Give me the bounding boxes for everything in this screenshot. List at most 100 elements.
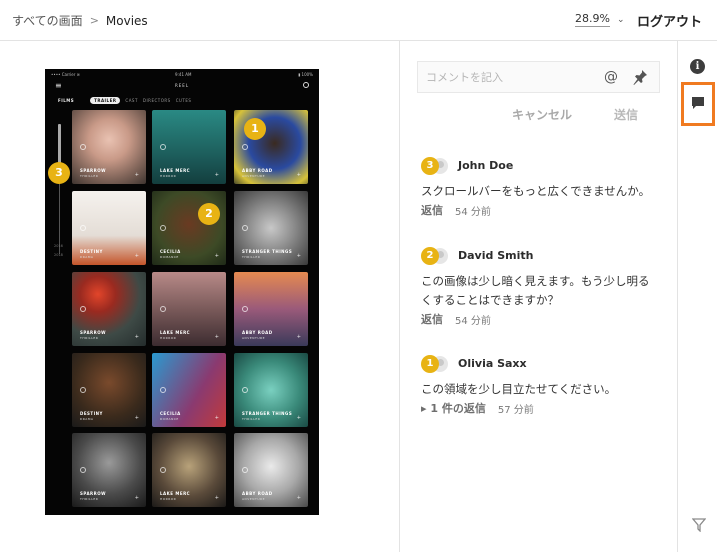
mockup-tab-cast: CAST (125, 98, 138, 103)
mockup-movie-tile: LAKE MERC HORROR + (152, 433, 226, 507)
mockup-movie-tile: ABBY ROAD ADVENTURE + (234, 272, 308, 346)
mockup-movie-tile: SPARROW THRILLER + (72, 272, 146, 346)
mockup-tile-genre: THRILLER (80, 497, 99, 501)
comments-panel: @ キャンセル 送信 3 John Doe スクロールバーをもっと広くできません… (401, 41, 677, 552)
mockup-tile-title: LAKE MERC (160, 330, 191, 335)
play-icon (80, 225, 86, 231)
mockup-movie-tile: DESTINY DRAMA + (72, 353, 146, 427)
plus-icon: + (214, 334, 219, 340)
mockup-tile-genre: HORROR (160, 336, 177, 340)
play-icon (160, 387, 166, 393)
plus-icon: + (214, 253, 219, 259)
info-icon[interactable]: i (690, 59, 705, 74)
comment-pin-1[interactable]: 1 (244, 118, 266, 140)
plus-icon: + (214, 172, 219, 178)
plus-icon: + (134, 334, 139, 340)
play-icon (242, 387, 248, 393)
mockup-tile-genre: HORROR (160, 497, 177, 501)
comment-pin-badge[interactable]: 2 (421, 247, 439, 265)
comment-text: スクロールバーをもっと広くできませんか。 (421, 184, 651, 198)
reply-button[interactable]: 返信 (421, 311, 443, 327)
mockup-movie-tile: STRANGER THINGS THRILLER + (234, 191, 308, 265)
chevron-down-icon: ⌄ (616, 14, 625, 25)
mockup-movie-tile: ABBY ROAD ADVENTURE + (234, 110, 308, 184)
plus-icon: + (296, 172, 301, 178)
comment-timestamp: 57 分前 (497, 404, 534, 416)
zoom-value: 28.9% (575, 12, 610, 27)
play-icon (242, 306, 248, 312)
comment-pin-2[interactable]: 2 (198, 203, 220, 225)
play-icon (80, 387, 86, 393)
right-rail: i (677, 41, 717, 552)
comment-text: この領域を少し目立たせてください。 (421, 382, 617, 396)
view-replies-button[interactable]: ▸ 1 件の返信 (421, 400, 486, 416)
comment-pin-badge[interactable]: 1 (421, 355, 439, 373)
mockup-tile-genre: ADVENTURE (242, 497, 266, 501)
mockup-movie-tile: CECILIA ROMANCE + (152, 191, 226, 265)
reply-button[interactable]: 返信 (421, 202, 443, 218)
mockup-movie-tile: STRANGER THINGS THRILLER + (234, 353, 308, 427)
play-icon (160, 306, 166, 312)
breadcrumb: すべての画面 > Movies (12, 12, 148, 29)
mockup-year-label: 2018 (54, 253, 63, 257)
mockup-tile-title: ABBY ROAD (242, 491, 273, 496)
mockup-tile-title: ABBY ROAD (242, 330, 273, 335)
mockup-tab-trailer: TRAILER (90, 97, 121, 104)
plus-icon: + (134, 415, 139, 421)
play-icon (160, 225, 166, 231)
mockup-tile-title: SPARROW (80, 491, 107, 496)
comment-box: @ (417, 61, 660, 93)
mockup-tabs: FILMS TRAILER CAST DIRECTORS CUTES (58, 97, 196, 104)
comment-author: Olivia Saxx (458, 357, 527, 370)
comment-pin-3[interactable]: 3 (48, 162, 70, 184)
screen-preview[interactable]: •••• Carrier ≋ 9:41 AM ▮ 100% ≡ REEL FIL… (45, 69, 319, 515)
comment-timestamp: 54 分前 (455, 206, 491, 218)
comment-input[interactable] (418, 62, 593, 92)
mockup-year-label: 2016 (54, 244, 63, 248)
mockup-tile-title: SPARROW (80, 168, 107, 173)
filter-icon[interactable] (691, 517, 707, 536)
comment-timestamp: 54 分前 (455, 315, 491, 327)
mockup-tile-genre: THRILLER (242, 255, 261, 259)
mockup-tile-title: LAKE MERC (160, 168, 191, 173)
logout-button[interactable]: ログアウト (637, 11, 702, 30)
mockup-movie-tile: CECILIA ROMANCE + (152, 353, 226, 427)
play-icon (80, 467, 86, 473)
mockup-movie-tile: LAKE MERC HORROR + (152, 272, 226, 346)
comment-pin-badge[interactable]: 3 (421, 157, 439, 175)
play-icon (80, 306, 86, 312)
plus-icon: + (214, 415, 219, 421)
cancel-button[interactable]: キャンセル (512, 106, 572, 123)
pin-icon[interactable] (632, 69, 648, 89)
mockup-battery: ▮ 100% (298, 72, 313, 77)
mockup-time: 9:41 AM (175, 72, 192, 77)
comments-toggle-button[interactable] (681, 82, 715, 126)
mockup-tile-genre: THRILLER (242, 417, 261, 421)
mockup-tile-title: STRANGER THINGS (242, 249, 293, 254)
mockup-tile-genre: DRAMA (80, 417, 94, 421)
mockup-tile-genre: ROMANCE (160, 417, 179, 421)
mention-button[interactable]: @ (604, 69, 618, 85)
plus-icon: + (296, 334, 301, 340)
mockup-section-label: FILMS (58, 98, 75, 103)
zoom-select[interactable]: 28.9% ⌄ (575, 12, 625, 27)
play-icon (242, 467, 248, 473)
breadcrumb-all-screens-link[interactable]: すべての画面 (12, 12, 83, 29)
mockup-status-bar: •••• Carrier ≋ 9:41 AM ▮ 100% (45, 69, 319, 79)
play-icon (242, 144, 248, 150)
search-icon (303, 82, 309, 88)
mockup-tile-genre: THRILLER (80, 336, 99, 340)
plus-icon: + (134, 495, 139, 501)
mockup-movie-tile: LAKE MERC HORROR + (152, 110, 226, 184)
send-button[interactable]: 送信 (614, 106, 638, 123)
comment-item: 1 Olivia Saxx この領域を少し目立たせてください。 ▸ 1 件の返信… (421, 355, 671, 416)
mockup-tab-cutes: CUTES (175, 98, 192, 103)
mockup-movie-tile: SPARROW THRILLER + (72, 433, 146, 507)
plus-icon: + (134, 253, 139, 259)
play-icon (80, 144, 86, 150)
mockup-tile-title: SPARROW (80, 330, 107, 335)
hamburger-icon: ≡ (55, 81, 62, 90)
plus-icon: + (296, 253, 301, 259)
play-icon (160, 467, 166, 473)
mockup-tile-title: LAKE MERC (160, 491, 191, 496)
